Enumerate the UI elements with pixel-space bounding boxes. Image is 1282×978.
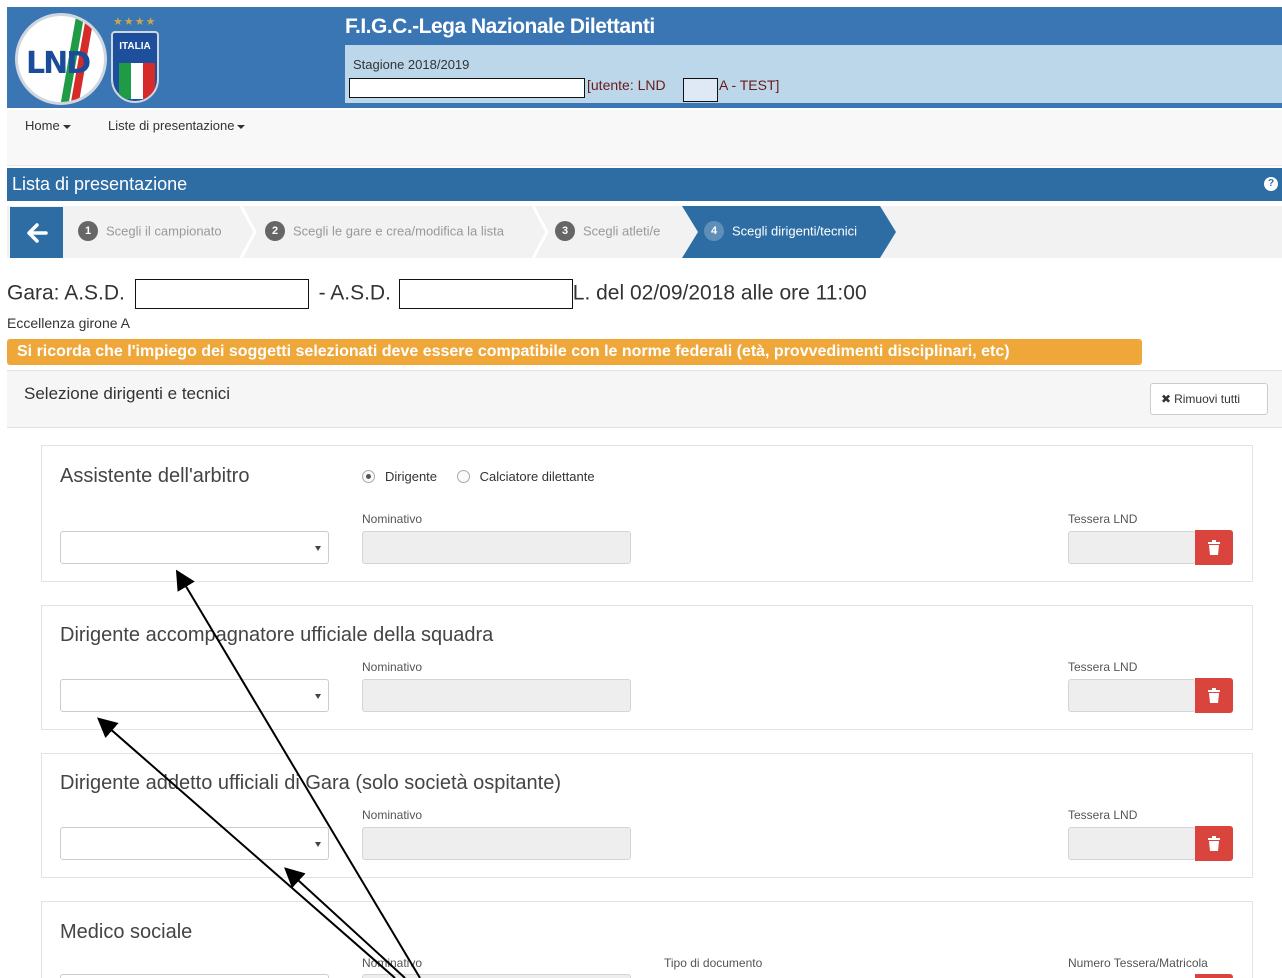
role-radio-group: Dirigente Calciatore dilettante [362, 468, 611, 484]
nav-liste-presentazione[interactable]: Liste di presentazione [108, 118, 246, 133]
tessera-field [1068, 679, 1196, 712]
section-medico-sociale: Medico sociale Nominativo Tipo di docume… [41, 901, 1253, 978]
nominativo-label: Nominativo [362, 660, 423, 674]
wizard-step-3[interactable]: 3 Scegli atleti/e [555, 221, 660, 241]
back-button[interactable] [10, 207, 63, 258]
app-header: LND ★★★★ ITALIA F.I.G.C.-Lega Nazionale … [7, 7, 1282, 108]
tessera-field [1068, 827, 1196, 860]
page-title-bar: Lista di presentazione ? [7, 168, 1282, 201]
tessera-field [1068, 531, 1196, 564]
nominativo-field [362, 827, 631, 860]
tessera-label: Tessera LND [1068, 660, 1138, 674]
nominativo-label: Nominativo [362, 512, 423, 526]
warning-banner: Si ricorda che l'impiego dei soggetti se… [7, 339, 1142, 365]
dropdown-arrow-icon [315, 842, 321, 847]
help-icon[interactable]: ? [1264, 177, 1278, 191]
redacted-field [134, 279, 309, 309]
trash-icon [1208, 688, 1220, 703]
radio-calciatore-dilettante[interactable] [456, 470, 470, 484]
section-assistente-arbitro: Assistente dell'arbitro Dirigente Calcia… [41, 445, 1253, 582]
step-separator-icon [531, 206, 549, 258]
redacted-field [349, 78, 585, 98]
nominativo-label: Nominativo [362, 808, 423, 822]
radio-dirigente[interactable] [362, 470, 375, 484]
person-select[interactable] [60, 827, 329, 860]
redacted-field [398, 279, 573, 309]
arrow-left-icon [27, 223, 48, 243]
season-label: Stagione 2018/2019 [353, 57, 470, 72]
selection-panel-header: Selezione dirigenti e tecnici ✖ Rimuovi t… [7, 370, 1282, 428]
user-suffix: A - TEST] [719, 77, 780, 93]
nominativo-field [362, 974, 631, 978]
section-title: Dirigente addetto ufficiali di Gara (sol… [60, 772, 562, 794]
tipo-documento-label: Tipo di documento [664, 956, 763, 970]
close-icon: ✖ [1161, 392, 1172, 406]
tessera-label: Tessera LND [1068, 512, 1138, 526]
dropdown-arrow-icon [315, 546, 321, 551]
championship-group: Eccellenza girone A [7, 315, 130, 331]
wizard-step-2[interactable]: 2 Scegli le gare e crea/modifica la lista [265, 221, 504, 241]
page-title: Lista di presentazione [12, 174, 188, 194]
delete-button[interactable] [1195, 530, 1233, 565]
trash-icon [1208, 836, 1220, 851]
figc-italia-logo: ★★★★ ITALIA [107, 13, 163, 105]
person-select[interactable] [60, 531, 329, 564]
person-select[interactable] [60, 974, 329, 978]
person-select[interactable] [60, 679, 329, 712]
section-title: Medico sociale [60, 921, 193, 943]
section-dirigente-accompagnatore: Dirigente accompagnatore ufficiale della… [41, 605, 1253, 730]
session-info-box: Stagione 2018/2019 [utente: LND A - TEST… [345, 45, 1282, 103]
nominativo-field [362, 531, 631, 564]
caret-down-icon [62, 124, 71, 129]
section-title: Assistente dell'arbitro [60, 465, 250, 487]
tessera-label: Tessera LND [1068, 808, 1138, 822]
org-title: F.I.G.C.-Lega Nazionale Dilettanti [345, 15, 655, 38]
trash-icon [1208, 540, 1220, 555]
delete-button[interactable] [1195, 974, 1233, 978]
nav-home[interactable]: Home [25, 118, 71, 133]
remove-all-button[interactable]: ✖ Rimuovi tutti [1150, 383, 1268, 415]
wizard-step-4-active[interactable]: 4 Scegli dirigenti/tecnici [682, 206, 897, 258]
section-title: Dirigente accompagnatore ufficiale della… [60, 624, 494, 646]
tessera-label: Numero Tessera/Matricola [1068, 956, 1208, 970]
wizard-step-1[interactable]: 1 Scegli il campionato [78, 221, 222, 241]
user-prefix: [utente: LND [587, 77, 666, 93]
panel-title: Selezione dirigenti e tecnici [24, 384, 231, 403]
dropdown-arrow-icon [315, 694, 321, 699]
main-nav: Home Liste di presentazione [7, 110, 1282, 166]
wizard-steps: 1 Scegli il campionato 2 Scegli le gare e … [7, 206, 1282, 258]
match-heading: Gara: A.S.D. - A.S.D. L. del 02/09/2018 … [7, 279, 867, 309]
redacted-field [683, 78, 718, 102]
delete-button[interactable] [1195, 826, 1233, 861]
nominativo-label: Nominativo [362, 956, 423, 970]
lnd-logo: LND [15, 13, 107, 105]
caret-down-icon [237, 124, 246, 129]
step-separator-icon [239, 206, 257, 258]
nominativo-field [362, 679, 631, 712]
section-dirigente-ufficiali-gara: Dirigente addetto ufficiali di Gara (sol… [41, 753, 1253, 878]
delete-button[interactable] [1195, 678, 1233, 713]
